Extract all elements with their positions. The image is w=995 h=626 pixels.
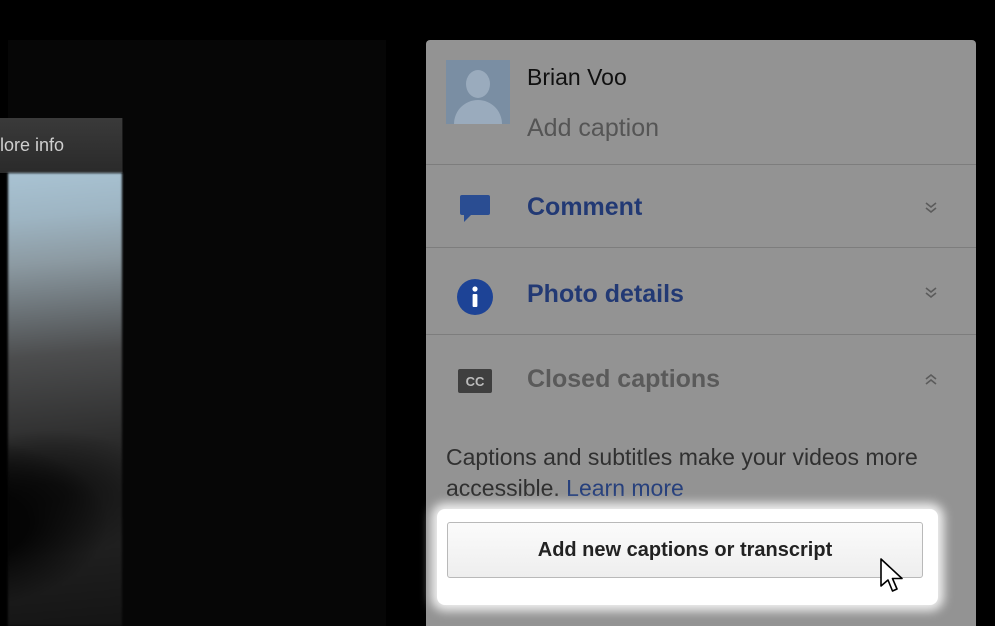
add-captions-button[interactable]: Add new captions or transcript [447, 522, 923, 578]
avatar[interactable] [446, 60, 510, 124]
section-comment-label: Comment [527, 193, 643, 221]
cc-icon: CC [458, 369, 492, 398]
chevron-down-icon[interactable] [924, 286, 938, 302]
chevron-down-icon[interactable] [924, 201, 938, 217]
avatar-head-shape [466, 70, 490, 98]
learn-more-link[interactable]: Learn more [566, 475, 684, 501]
add-caption-field[interactable]: Add caption [527, 114, 659, 143]
user-name[interactable]: Brian Voo [527, 64, 627, 91]
photo-viewer: lore info [0, 0, 420, 626]
section-photo-details[interactable]: Photo details [426, 248, 976, 334]
cc-icon-text: CC [466, 374, 485, 389]
avatar-body-shape [454, 100, 502, 124]
section-photo-details-label: Photo details [527, 280, 684, 308]
section-closed-captions[interactable]: CC Closed captions [426, 335, 976, 421]
mouse-cursor-icon [879, 557, 905, 600]
section-comment[interactable]: Comment [426, 165, 976, 247]
speech-bubble-icon [460, 195, 490, 228]
captions-description: Captions and subtitles make your videos … [446, 442, 956, 504]
info-icon [457, 279, 493, 320]
photo-thumbnail[interactable] [8, 173, 122, 626]
more-info-label: lore info [0, 135, 65, 155]
user-row: Brian Voo Add caption [426, 40, 976, 164]
more-info-tab[interactable]: lore info [0, 118, 123, 173]
section-closed-captions-label: Closed captions [527, 365, 721, 393]
chevron-up-icon[interactable] [924, 373, 938, 389]
